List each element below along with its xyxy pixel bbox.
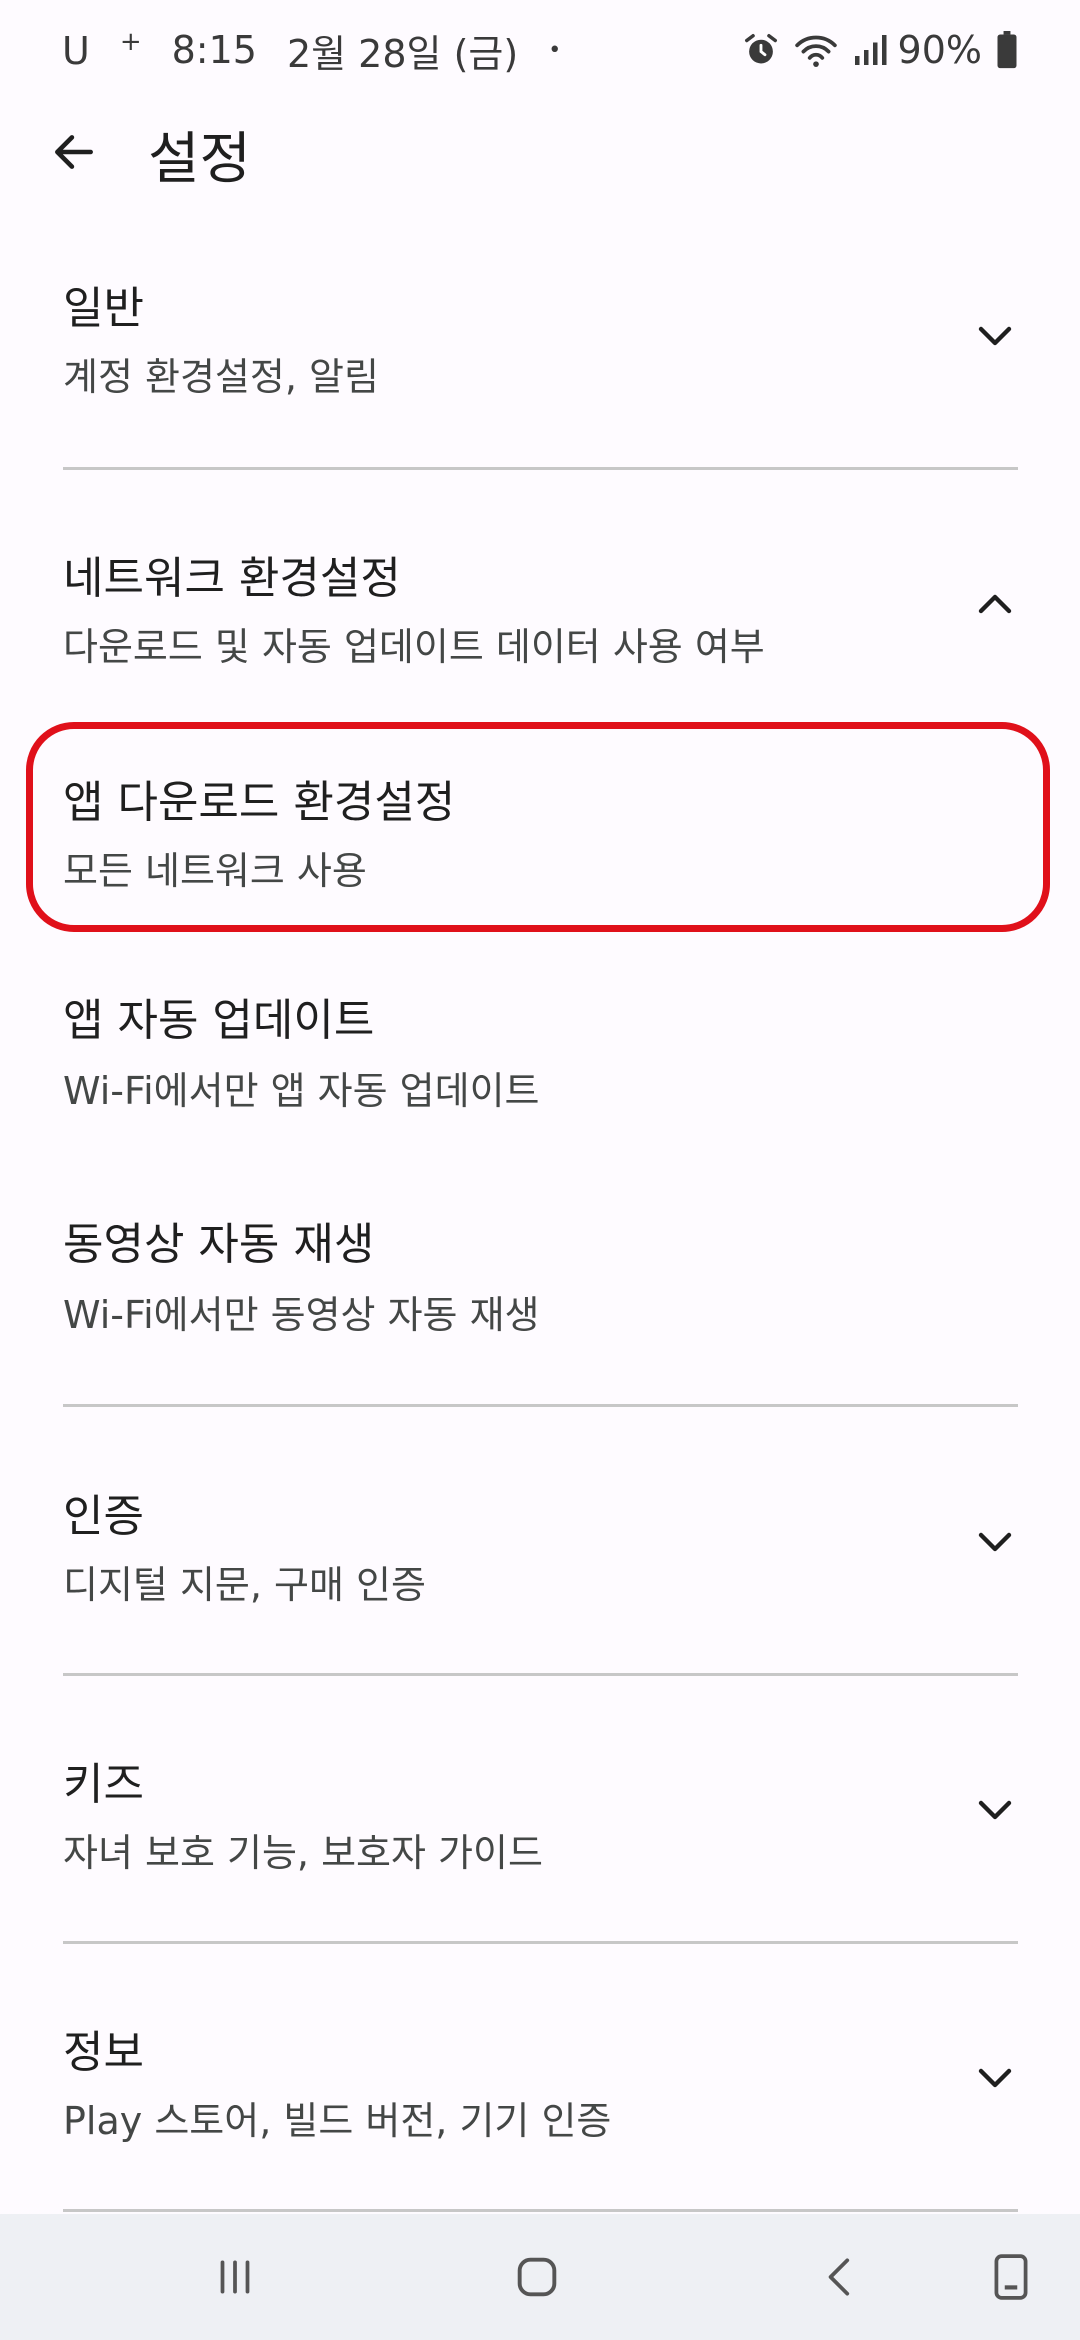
settings-screen: U + 8:15 2월 28일 (금) • 90% 설정 일반 계정 환경설정,… <box>0 0 1080 2340</box>
battery-icon <box>996 31 1018 69</box>
home-button[interactable] <box>492 2242 582 2312</box>
section-about-title: 정보 <box>63 2027 144 2078</box>
divider <box>63 467 1018 470</box>
status-date: 2월 28일 (금) <box>286 31 519 76</box>
auto-update-item[interactable]: 앱 자동 업데이트 Wi-Fi에서만 앱 자동 업데이트 <box>0 960 1080 1160</box>
screenshot-button[interactable] <box>966 2242 1056 2312</box>
chevron-down-icon[interactable] <box>960 300 1030 370</box>
home-icon <box>517 2257 557 2297</box>
auto-play-video-item[interactable]: 동영상 자동 재생 Wi-Fi에서만 동영상 자동 재생 <box>0 1184 1080 1384</box>
section-general-subtitle: 계정 환경설정, 알림 <box>63 355 379 399</box>
status-bar: U + 8:15 2월 28일 (금) • 90% <box>0 0 1080 100</box>
chevron-down-icon[interactable] <box>960 2042 1030 2112</box>
divider <box>63 1673 1018 1676</box>
section-kids-title: 키즈 <box>63 1759 144 1810</box>
page-title: 설정 <box>148 127 252 192</box>
chevron-up-icon[interactable] <box>960 570 1030 640</box>
back-nav-button[interactable] <box>796 2242 886 2312</box>
auto-play-video-subtitle: Wi-Fi에서만 동영상 자동 재생 <box>63 1293 540 1337</box>
system-navigation-bar <box>0 2214 1080 2340</box>
auto-update-title: 앱 자동 업데이트 <box>63 995 375 1046</box>
signal-icon <box>852 32 888 68</box>
status-time: 8:15 <box>171 28 257 72</box>
section-network-title: 네트워크 환경설정 <box>63 553 401 604</box>
status-right: 90% <box>728 28 1018 72</box>
section-general[interactable]: 일반 계정 환경설정, 알림 <box>0 220 1080 470</box>
status-left: U + 8:15 2월 28일 (금) • <box>62 23 591 78</box>
carrier-label: U + <box>62 27 142 73</box>
notification-dot: • <box>548 37 562 63</box>
section-auth-subtitle: 디지털 지문, 구매 인증 <box>63 1563 426 1607</box>
section-auth[interactable]: 인증 디지털 지문, 구매 인증 <box>0 1430 1080 1670</box>
section-kids-subtitle: 자녀 보호 기능, 보호자 가이드 <box>63 1831 543 1875</box>
screenshot-icon <box>994 2254 1028 2300</box>
divider <box>63 2209 1018 2212</box>
wifi-icon <box>794 31 838 69</box>
back-icon <box>828 2258 850 2296</box>
auto-update-subtitle: Wi-Fi에서만 앱 자동 업데이트 <box>63 1069 540 1113</box>
section-kids[interactable]: 키즈 자녀 보호 기능, 보호자 가이드 <box>0 1698 1080 1938</box>
battery-percentage: 90% <box>897 28 982 72</box>
section-about[interactable]: 정보 Play 스토어, 빌드 버전, 기기 인증 <box>0 1966 1080 2206</box>
chevron-down-icon[interactable] <box>960 1506 1030 1576</box>
recents-icon <box>220 2260 250 2294</box>
section-general-title: 일반 <box>63 283 144 334</box>
divider <box>63 1941 1018 1944</box>
back-button[interactable] <box>42 120 106 184</box>
section-network[interactable]: 네트워크 환경설정 다운로드 및 자동 업데이트 데이터 사용 여부 <box>0 490 1080 720</box>
arrow-left-icon <box>55 135 93 169</box>
recents-button[interactable] <box>190 2242 280 2312</box>
section-about-subtitle: Play 스토어, 빌드 버전, 기기 인증 <box>63 2099 612 2143</box>
chevron-down-icon[interactable] <box>960 1774 1030 1844</box>
section-network-subtitle: 다운로드 및 자동 업데이트 데이터 사용 여부 <box>63 625 765 669</box>
alarm-icon <box>742 31 780 69</box>
app-bar: 설정 <box>0 100 1080 200</box>
highlight-box <box>26 722 1050 932</box>
auto-play-video-title: 동영상 자동 재생 <box>63 1219 375 1270</box>
section-auth-title: 인증 <box>63 1491 144 1542</box>
divider <box>63 1404 1018 1407</box>
